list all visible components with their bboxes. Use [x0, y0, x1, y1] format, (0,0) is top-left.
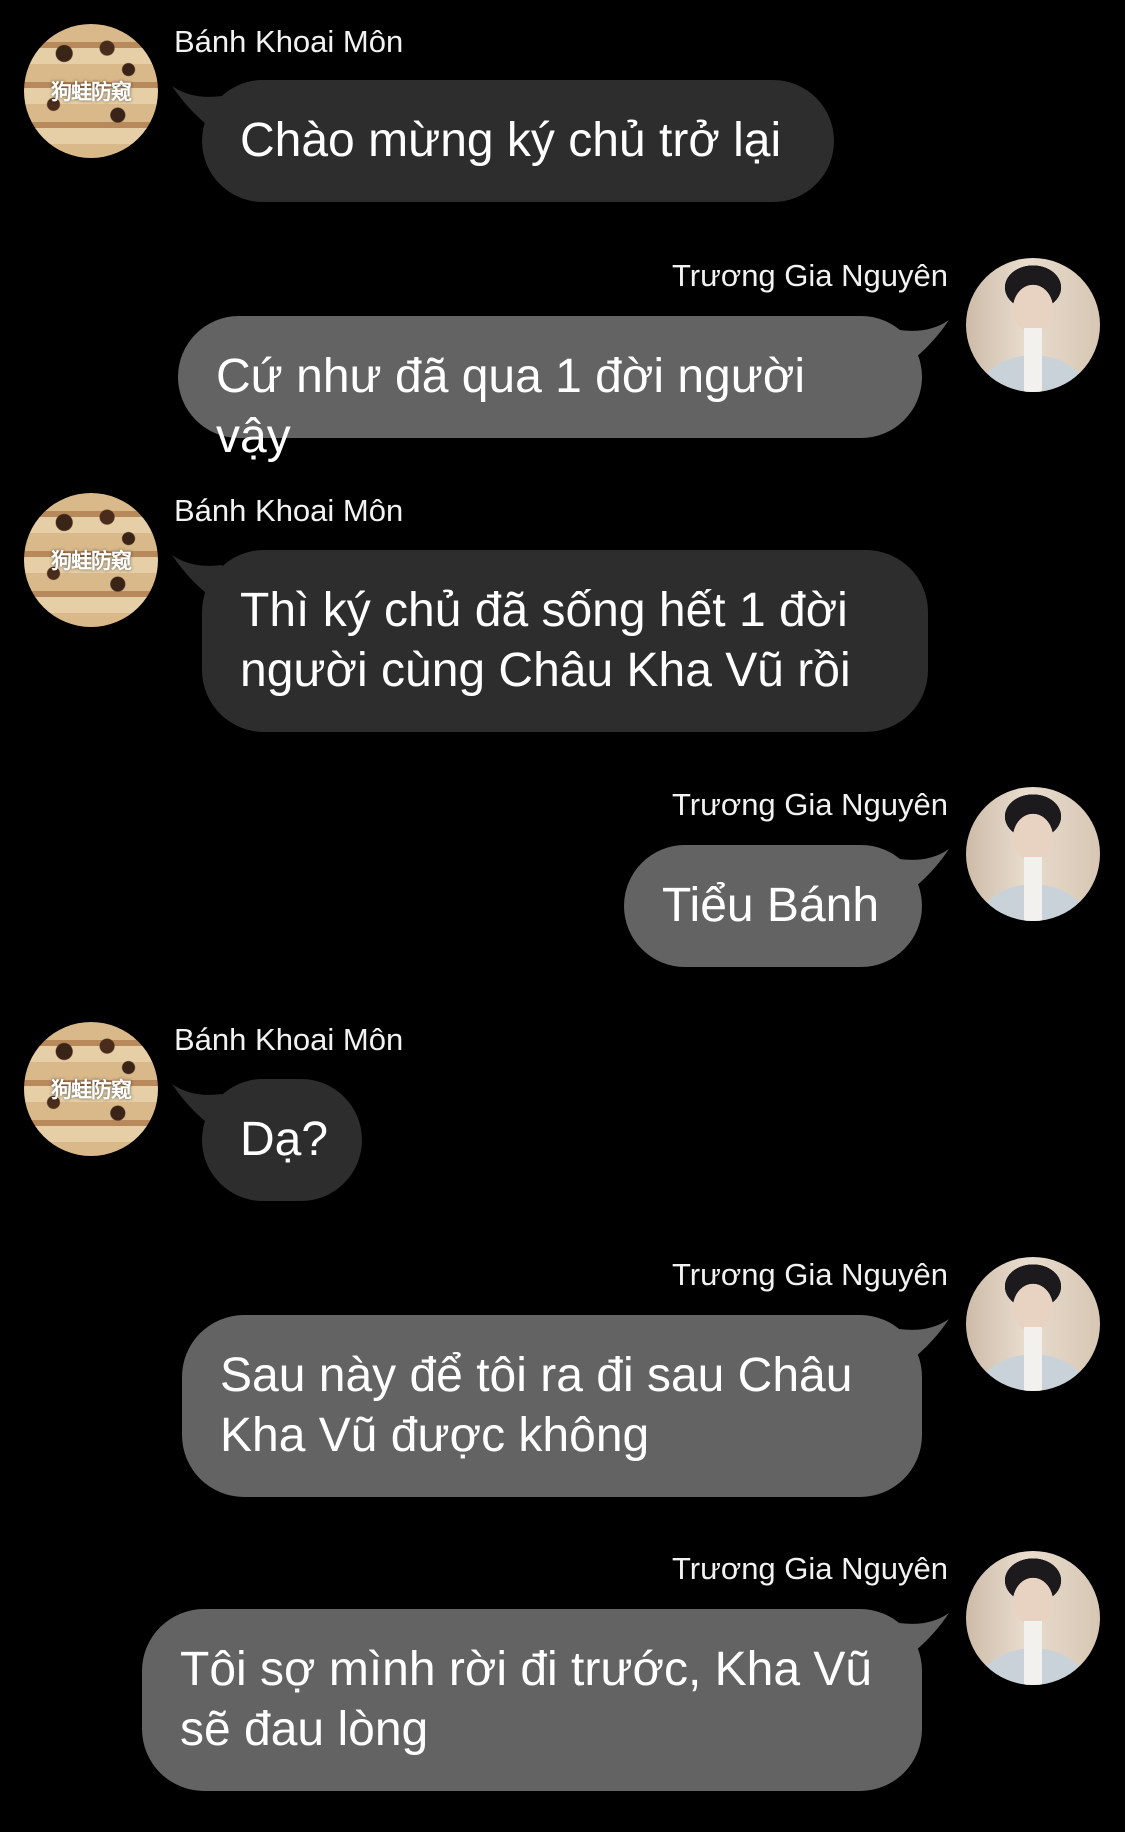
sender-name: Bánh Khoai Môn: [174, 24, 404, 59]
cake-avatar-icon[interactable]: 狗蛙防窥: [24, 493, 158, 627]
message-bubble[interactable]: Cứ như đã qua 1 đời người vậy: [178, 316, 922, 463]
message-bubble[interactable]: Thì ký chủ đã sống hết 1 đời người cùng …: [202, 550, 928, 732]
message-text: Chào mừng ký chủ trở lại: [240, 114, 782, 167]
sender-name: Bánh Khoai Môn: [174, 493, 404, 528]
avatar-watermark: 狗蛙防窥: [51, 1078, 132, 1102]
message-bubble[interactable]: Dạ?: [202, 1079, 362, 1201]
sender-name: Trương Gia Nguyên: [672, 1551, 948, 1586]
message-text: Dạ?: [240, 1113, 329, 1166]
message-bubble[interactable]: Sau này để tôi ra đi sau Châu Kha Vũ đượ…: [182, 1315, 922, 1497]
message-text: Tôi sợ mình rời đi trước, Kha Vũ sẽ đau …: [180, 1643, 873, 1756]
person-avatar-icon[interactable]: [966, 1257, 1100, 1391]
message-text: Tiểu Bánh: [662, 879, 880, 932]
avatar-watermark: 狗蛙防窥: [51, 549, 132, 573]
avatar-watermark: 狗蛙防窥: [51, 80, 132, 104]
cake-avatar-icon[interactable]: 狗蛙防窥: [24, 24, 158, 158]
person-avatar-icon[interactable]: [966, 1551, 1100, 1685]
person-avatar-icon[interactable]: [966, 258, 1100, 392]
message-text: Thì ký chủ đã sống hết 1 đời người cùng …: [240, 584, 851, 697]
sender-name: Bánh Khoai Môn: [174, 1022, 404, 1057]
message-bubble[interactable]: Chào mừng ký chủ trở lại: [202, 80, 834, 202]
message-text: Sau này để tôi ra đi sau Châu Kha Vũ đượ…: [220, 1349, 853, 1462]
message-bubble[interactable]: Tôi sợ mình rời đi trước, Kha Vũ sẽ đau …: [142, 1609, 922, 1791]
sender-name: Trương Gia Nguyên: [672, 1257, 948, 1292]
sender-name: Trương Gia Nguyên: [672, 258, 948, 293]
cake-avatar-icon[interactable]: 狗蛙防窥: [24, 1022, 158, 1156]
message-text: Cứ như đã qua 1 đời người vậy: [216, 350, 806, 463]
message-bubble[interactable]: Tiểu Bánh: [624, 845, 922, 967]
sender-name: Trương Gia Nguyên: [672, 787, 948, 822]
person-avatar-icon[interactable]: [966, 787, 1100, 921]
